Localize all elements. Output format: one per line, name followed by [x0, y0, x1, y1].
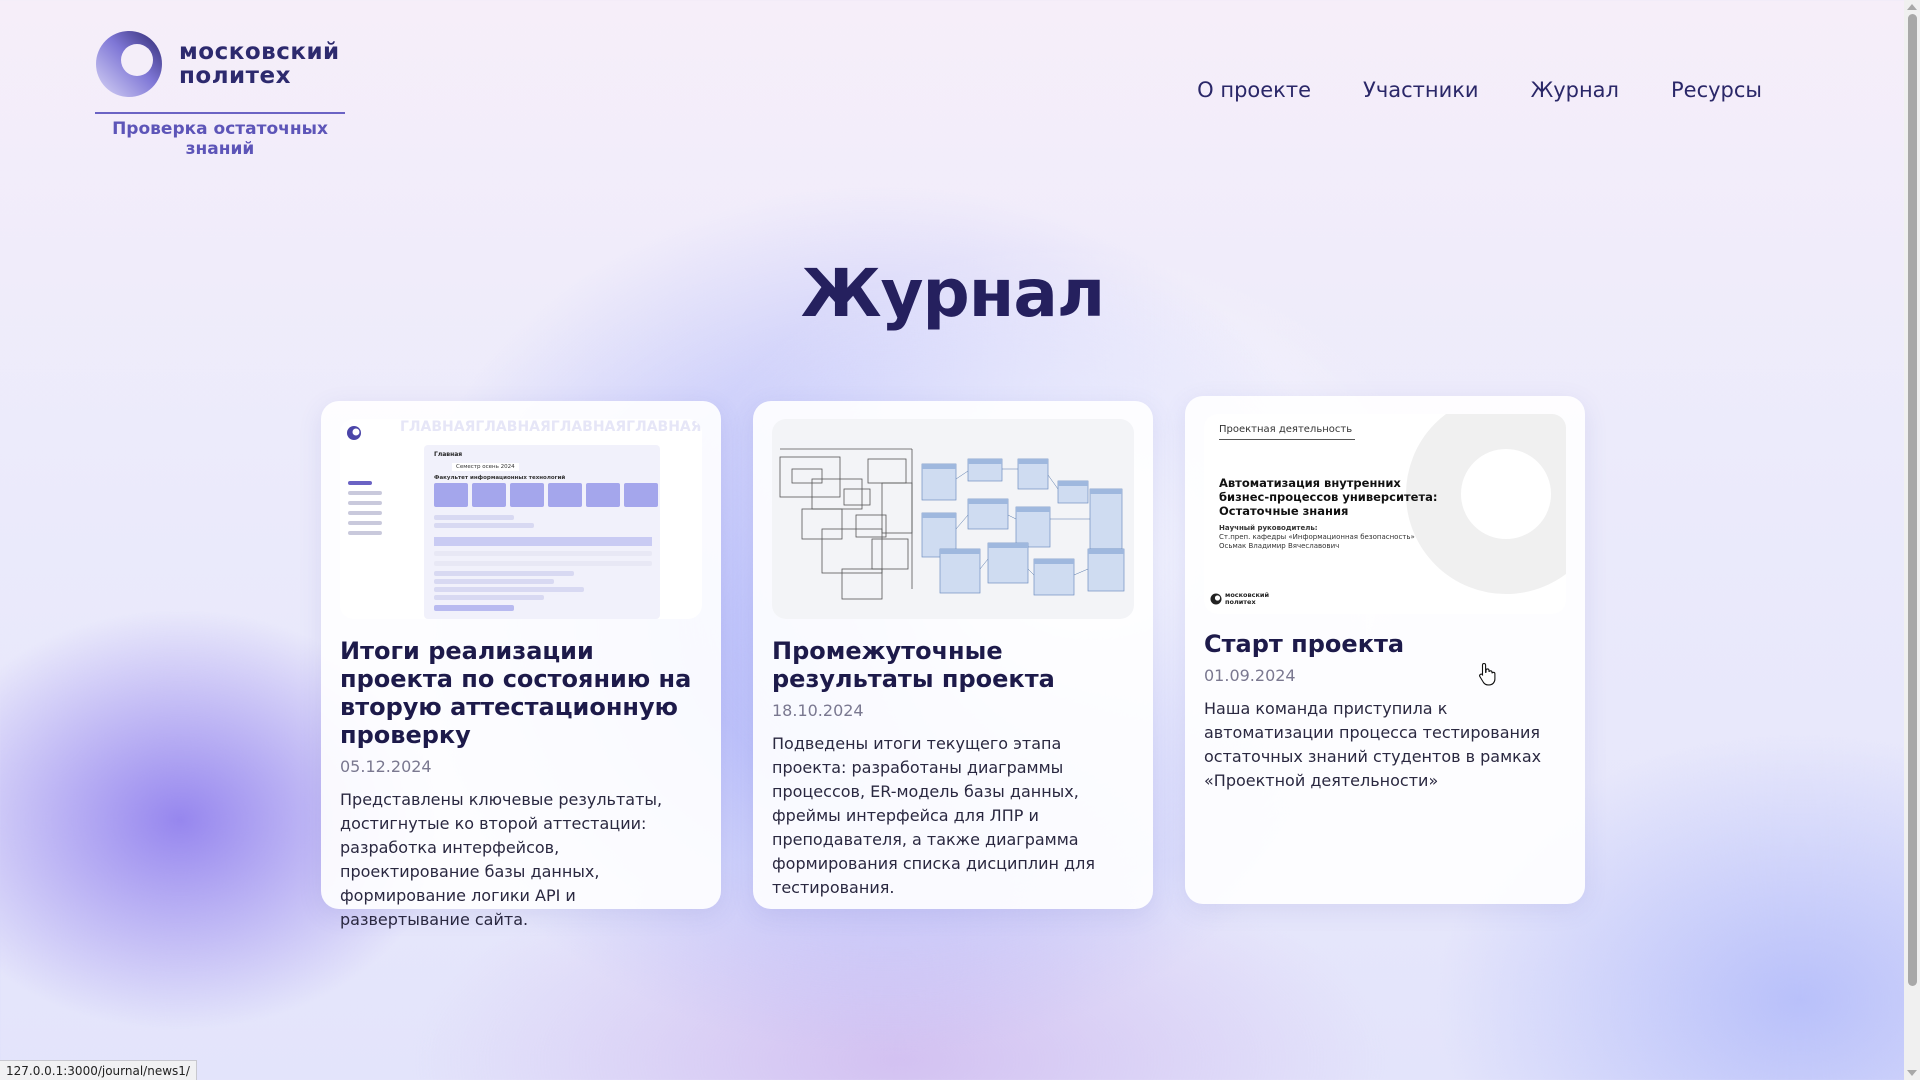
scroll-up-arrow-icon[interactable]: [1907, 4, 1917, 10]
thumb-row: [434, 579, 554, 584]
slide-title: Автоматизация внутренних бизнес-процессо…: [1219, 476, 1438, 518]
thumb-stat-box: [624, 483, 658, 507]
pointer-hand-icon: [1479, 662, 1496, 686]
thumb-nav-line: [348, 531, 382, 535]
news-card-title[interactable]: Промежуточные результаты проекта: [772, 637, 1134, 693]
thumb-row: [434, 523, 534, 528]
mini-logo-icon: [347, 426, 361, 440]
scroll-down-arrow-icon[interactable]: [1907, 1070, 1917, 1076]
news-card-date: 05.12.2024: [340, 757, 432, 776]
news-card-date: 18.10.2024: [772, 701, 864, 720]
page-scrollbar[interactable]: [1904, 0, 1920, 1080]
thumb-row: [434, 515, 514, 520]
politech-logo-icon: [96, 31, 162, 97]
site-subtitle: Проверка остаточных знаний: [95, 119, 345, 159]
news-card-title[interactable]: Старт проекта: [1204, 630, 1566, 658]
thumb-nav-line: [348, 521, 382, 525]
thumb-semester: Семестр осень 2024: [452, 463, 519, 471]
thumb-table-header: [434, 537, 652, 546]
thumb-stat-box: [586, 483, 620, 507]
news-card-date: 01.09.2024: [1204, 666, 1296, 685]
thumb-nav-line: [348, 511, 382, 515]
thumb-main: Главная Семестр осень 2024 Факультет инф…: [424, 445, 660, 619]
thumb-nav-line: [348, 481, 372, 485]
slide-logo-word-2: политех: [1225, 598, 1256, 606]
thumb-row: [434, 561, 652, 566]
thumb-row: [434, 595, 544, 600]
site-subtitle-line-2: знаний: [185, 139, 255, 159]
news-card-description: Подведены итоги текущего этапа проекта: …: [772, 734, 1095, 897]
logo-word-2: политех: [179, 63, 291, 89]
site-subtitle-line-1: Проверка остаточных: [112, 119, 328, 139]
news-card-2[interactable]: Промежуточные результаты проекта 18.10.2…: [753, 401, 1153, 909]
site-logo[interactable]: московский политех Проверка остаточных з…: [95, 30, 345, 159]
slide-logo-icon: [1210, 593, 1222, 605]
nav-link-about[interactable]: О проекте: [1197, 78, 1311, 102]
news-card-title[interactable]: Итоги реализации проекта по состоянию на…: [340, 637, 702, 749]
logo-divider: [95, 112, 345, 114]
thumb-nav-line: [348, 491, 382, 495]
thumb-row: [434, 551, 652, 556]
thumb-sidebar: [340, 419, 420, 619]
news-card-description: Наша команда приступила к автоматизации …: [1204, 699, 1542, 790]
slide-supervisor-name: Осьмак Владимир Вячеславович: [1219, 542, 1340, 550]
slide-tag: Проектная деятельность: [1219, 424, 1355, 440]
nav-link-journal[interactable]: Журнал: [1531, 78, 1619, 102]
news-card-1[interactable]: ГЛАВНАЯГЛАВНАЯГЛАВНАЯГЛАВНАЯГЛАВ Главная…: [321, 401, 721, 929]
slide-supervisor: Научный руководитель: Ст.преп. кафедры «…: [1219, 524, 1459, 551]
thumb-faculty: Факультет информационных технологий: [434, 475, 566, 481]
thumb-heading: Главная: [434, 451, 463, 458]
status-bar-url: 127.0.0.1:3000/journal/news1/: [0, 1060, 197, 1080]
nav-link-participants[interactable]: Участники: [1363, 78, 1479, 102]
main-nav: О проекте Участники Журнал Ресурсы: [1197, 78, 1762, 102]
slide-logo: московский политех: [1210, 592, 1269, 606]
nav-link-resources[interactable]: Ресурсы: [1671, 78, 1762, 102]
slide-supervisor-role: Ст.преп. кафедры «Информационная безопас…: [1219, 533, 1415, 541]
thumb-stat-box: [472, 483, 506, 507]
news-card-1-thumbnail: ГЛАВНАЯГЛАВНАЯГЛАВНАЯГЛАВНАЯГЛАВ Главная…: [340, 419, 702, 619]
scrollbar-thumb[interactable]: [1908, 14, 1917, 986]
thumb-nav-line: [348, 501, 382, 505]
thumb-row: [434, 571, 574, 576]
thumb-row: [434, 605, 514, 611]
er-diagram-image: [779, 448, 1125, 600]
page-title: Журнал: [800, 255, 1106, 332]
slide-supervisor-label: Научный руководитель:: [1219, 524, 1318, 532]
thumb-marquee: ГЛАВНАЯГЛАВНАЯГЛАВНАЯГЛАВНАЯГЛАВ: [400, 419, 702, 441]
news-card-2-thumbnail: [772, 419, 1134, 619]
thumb-stat-box: [548, 483, 582, 507]
thumb-row: [434, 587, 584, 592]
thumb-stat-box: [434, 483, 468, 507]
news-card-3[interactable]: Проектная деятельность Автоматизация вну…: [1185, 396, 1585, 904]
news-card-description: Представлены ключевые результаты, достиг…: [340, 790, 663, 929]
logo-word-1: московский: [179, 39, 340, 65]
thumb-stat-box: [510, 483, 544, 507]
logo-wordmark: московский политех: [179, 40, 340, 88]
news-card-3-thumbnail: Проектная деятельность Автоматизация вну…: [1204, 414, 1566, 614]
